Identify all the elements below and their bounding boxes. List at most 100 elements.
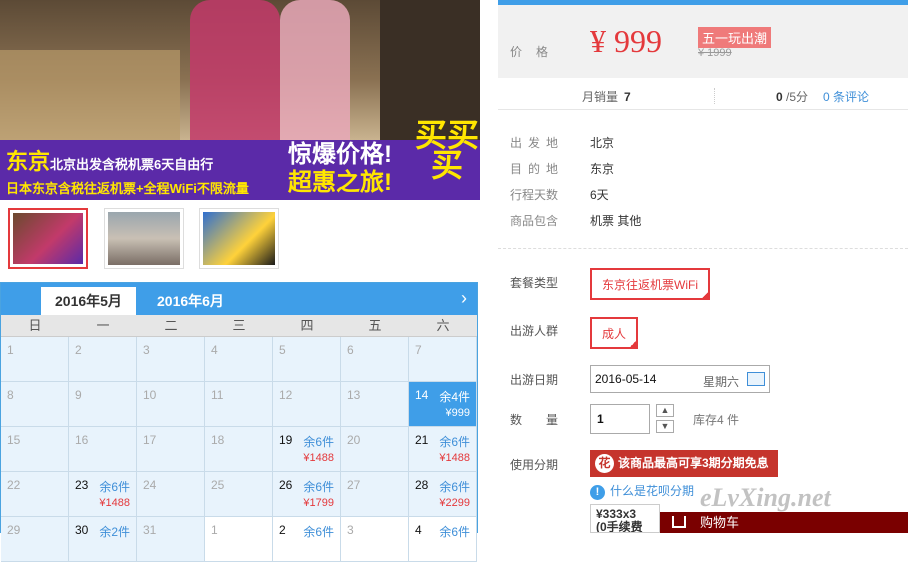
calendar-day: 9 bbox=[69, 382, 137, 427]
calendar-day: 24 bbox=[137, 472, 205, 517]
thumbnail-1[interactable] bbox=[8, 208, 88, 269]
calendar-grid: 1 2 3 4 5 6 7 8 9 10 11 12 13 14 余4件 ¥999 15 16 17 18 19 余6件 ¥… bbox=[1, 337, 477, 562]
tab-month-june[interactable]: 2016年6月 bbox=[143, 287, 238, 315]
calendar-day[interactable]: 28 余6件 ¥2299 bbox=[409, 472, 477, 517]
calendar-day[interactable]: 4 余6件 bbox=[409, 517, 477, 562]
add-to-cart-button[interactable]: 购物车 bbox=[660, 512, 908, 533]
calendar-day[interactable]: 2 余6件 bbox=[273, 517, 341, 562]
promo-badge: 五一玩出潮 bbox=[698, 27, 772, 48]
price-calendar: 2016年5月 2016年6月 › 日 一 二 三 四 五 六 12345678… bbox=[0, 282, 478, 562]
day-stock: 余4件 bbox=[439, 390, 470, 404]
product-gallery: 东京北京出发含税机票6天自由行 日本东京含税往返机票+全程WiFi不限流量 惊爆… bbox=[0, 0, 480, 562]
sales-stats: 月销量 7 0 /5分 0 条评论 bbox=[498, 82, 908, 110]
info-row-from: 出发地 北京 bbox=[510, 134, 614, 151]
info-row-includes: 商品包含 机票 其他 bbox=[510, 212, 641, 229]
day-number: 6 bbox=[347, 343, 354, 357]
day-number: 29 bbox=[7, 523, 21, 537]
calendar-day: 29 bbox=[1, 517, 69, 562]
group-label: 出游人群 bbox=[510, 324, 559, 338]
day-number: 8 bbox=[7, 388, 14, 402]
day-number: 5 bbox=[279, 343, 286, 357]
day-number: 7 bbox=[415, 343, 422, 357]
main-product-image[interactable]: 东京北京出发含税机票6天自由行 日本东京含税往返机票+全程WiFi不限流量 惊爆… bbox=[0, 0, 480, 200]
sales-value: 7 bbox=[624, 90, 631, 104]
group-option[interactable]: 成人 bbox=[590, 317, 639, 349]
score-value: 0 bbox=[776, 90, 783, 104]
thumbnail-3[interactable] bbox=[199, 208, 279, 269]
calendar-day[interactable]: 21 余6件 ¥1488 bbox=[409, 427, 477, 472]
calendar-day: 20 bbox=[341, 427, 409, 472]
date-weekday: 星期六 bbox=[703, 375, 740, 389]
calendar-icon[interactable] bbox=[747, 372, 765, 386]
day-number: 13 bbox=[347, 388, 361, 402]
day-stock: 余6件 bbox=[439, 480, 470, 494]
weekday-label: 二 bbox=[164, 318, 178, 333]
calendar-day[interactable]: 23 余6件 ¥1488 bbox=[69, 472, 137, 517]
day-number: 3 bbox=[347, 523, 354, 537]
day-number: 23 bbox=[75, 478, 89, 492]
info-value: 东京 bbox=[590, 162, 615, 176]
day-number: 1 bbox=[211, 523, 218, 537]
weekday-label: 四 bbox=[300, 318, 314, 333]
package-option[interactable]: 东京往返机票WiFi bbox=[590, 268, 710, 300]
banner-subline: 日本东京含税往返机票+全程WiFi不限流量 bbox=[6, 181, 249, 196]
day-number: 22 bbox=[7, 478, 21, 492]
day-number: 15 bbox=[7, 433, 21, 447]
calendar-week-row: 29 30 余2件 31 1 2 余6件 3 4 余6件 bbox=[1, 517, 477, 562]
calendar-day: 31 bbox=[137, 517, 205, 562]
day-stock: 余6件 bbox=[439, 525, 470, 539]
day-number: 9 bbox=[75, 388, 82, 402]
weekday-label: 一 bbox=[96, 318, 110, 333]
chevron-right-icon[interactable]: › bbox=[461, 289, 467, 307]
calendar-day-selected[interactable]: 14 余4件 ¥999 bbox=[409, 382, 477, 427]
banner-city: 东京 bbox=[6, 149, 51, 174]
day-number: 28 bbox=[415, 478, 429, 492]
product-details: 价格 ¥ 999 五一玩出潮 ¥ 1999 月销量 7 0 /5分 0 条评论 出… bbox=[498, 0, 908, 533]
qty-label: 数量 bbox=[510, 413, 583, 427]
info-value: 6天 bbox=[590, 188, 609, 202]
calendar-day: 5 bbox=[273, 337, 341, 382]
weekday-label: 六 bbox=[436, 318, 450, 333]
weekday-label: 五 bbox=[368, 318, 382, 333]
score-suffix: /5分 bbox=[786, 90, 809, 104]
day-price: ¥1488 bbox=[99, 497, 130, 509]
calendar-day[interactable]: 30 余2件 bbox=[69, 517, 137, 562]
price-label: 价格 bbox=[510, 45, 563, 59]
day-number: 2 bbox=[75, 343, 82, 357]
calendar-day: 18 bbox=[205, 427, 273, 472]
photo-background bbox=[0, 50, 180, 145]
calendar-day[interactable]: 19 余6件 ¥1488 bbox=[273, 427, 341, 472]
banner-buy-text: 买买买 bbox=[414, 117, 479, 183]
thumbnail-2[interactable] bbox=[104, 208, 184, 269]
day-number: 14 bbox=[415, 388, 429, 402]
info-label: 商品包含 bbox=[510, 214, 559, 228]
section-divider bbox=[498, 248, 908, 249]
calendar-day[interactable]: 26 余6件 ¥1799 bbox=[273, 472, 341, 517]
info-row-to: 目的地 东京 bbox=[510, 160, 614, 177]
reviews-link[interactable]: 0 条评论 bbox=[823, 88, 869, 105]
plan-fee: (0手续费 bbox=[596, 520, 643, 533]
quantity-input[interactable]: 1 bbox=[590, 404, 650, 434]
banner-headline-text: 北京出发含税机票6天自由行 bbox=[50, 157, 214, 172]
day-number: 30 bbox=[75, 523, 89, 537]
installment-plan-option[interactable]: ¥333x3 (0手续费 bbox=[590, 504, 660, 533]
day-number: 12 bbox=[279, 388, 293, 402]
info-label: 出发地 bbox=[510, 136, 565, 150]
day-number: 17 bbox=[143, 433, 157, 447]
installment-label: 使用分期 bbox=[510, 458, 559, 472]
huabei-icon: 花 bbox=[595, 454, 614, 473]
quantity-down-button[interactable]: ▼ bbox=[656, 420, 674, 433]
quantity-up-button[interactable]: ▲ bbox=[656, 404, 674, 417]
installment-banner: 花 该商品最高可享3期分期免息 bbox=[590, 450, 778, 477]
monthly-sales: 月销量 7 bbox=[582, 88, 631, 105]
day-stock: 余6件 bbox=[303, 480, 334, 494]
date-field[interactable]: 2016-05-14 星期六 bbox=[590, 365, 770, 393]
tab-month-may[interactable]: 2016年5月 bbox=[41, 287, 136, 315]
site-watermark: eLvXing.net bbox=[700, 483, 831, 512]
calendar-day: 4 bbox=[205, 337, 273, 382]
calendar-day: 3 bbox=[137, 337, 205, 382]
weekday-label: 三 bbox=[232, 318, 246, 333]
installment-help-link[interactable]: ! 什么是花呗分期 bbox=[590, 482, 694, 500]
info-label: 目的地 bbox=[510, 162, 565, 176]
info-row-days: 行程天数 6天 bbox=[510, 186, 609, 203]
